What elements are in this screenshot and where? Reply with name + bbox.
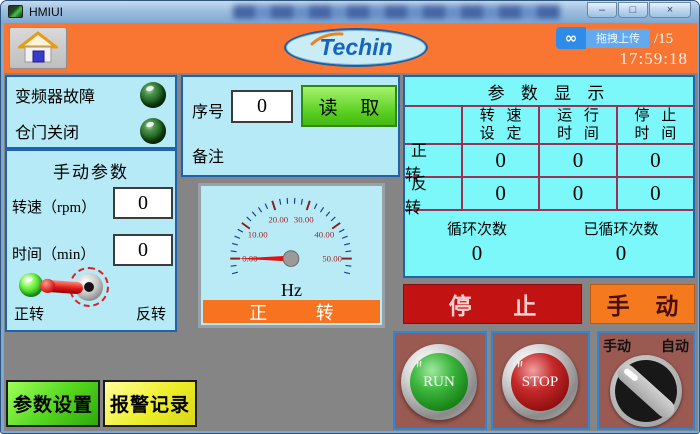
frequency-gauge-panel: 0.0010.0020.0030.0040.0050.00 Hz 正 转	[198, 183, 385, 328]
title-bar: HMIUI – □ ×	[1, 1, 699, 23]
cycle-count-label: 循环次数	[447, 218, 507, 239]
upload-badge-label: 拖拽上传	[586, 29, 650, 48]
table-cell: 0	[538, 145, 615, 178]
svg-text:40.00: 40.00	[314, 229, 334, 239]
time-label: 时间（min）	[12, 243, 95, 264]
selector-manual-label: 手动	[603, 336, 631, 356]
table-cell: 0	[616, 145, 693, 178]
svg-text:20.00: 20.00	[268, 214, 288, 224]
status-row-inverter: 变频器故障	[7, 77, 175, 113]
manual-params-title: 手动参数	[7, 158, 175, 183]
stop-banner[interactable]: 停 止	[403, 284, 582, 324]
run-button-shine: 〃	[412, 355, 424, 365]
hmiui-window: HMIUI – □ × Techin	[0, 0, 700, 434]
cycled-count-label: 已循环次数	[583, 218, 658, 239]
col-header-line: 时 间	[553, 125, 603, 143]
serial-label: 序号	[192, 98, 224, 122]
col-header-stoptime: 停 止 时 间	[616, 107, 693, 145]
manual-params-panel: 手动参数 转速（rpm） 时间（min） 正转 反转	[5, 149, 177, 332]
logo-swoosh-icon	[310, 32, 344, 46]
app-icon	[8, 5, 23, 18]
cycle-count-value: 0	[472, 241, 483, 266]
run-button[interactable]: RUN 〃	[401, 344, 477, 420]
window-content: Techin ∞ 拖拽上传 /15 17:59:18 变频器故障 仓门关闭	[4, 23, 698, 431]
mode-selector-panel: 手动 自动	[597, 331, 695, 430]
direction-toggle-switch[interactable]	[51, 263, 117, 315]
alarm-record-button[interactable]: 报警记录	[103, 380, 197, 427]
col-header-speed: 转 速 设 定	[461, 107, 538, 145]
home-button[interactable]	[9, 27, 67, 69]
param-display-panel: 参 数 显 示 转 速 设 定 运 行 时 间 停 止 时 间 正 转 0 0	[403, 75, 695, 278]
col-header-line: 停 止	[630, 107, 680, 125]
cycled-count-value: 0	[616, 241, 627, 266]
time-input[interactable]	[113, 234, 173, 266]
close-button[interactable]: ×	[649, 2, 691, 18]
col-header-line: 转 速	[476, 107, 526, 125]
table-cell: 0	[461, 145, 538, 178]
clock: 17:59:18	[620, 49, 688, 69]
toggle-lever	[43, 280, 84, 295]
inverter-fault-label: 变频器故障	[15, 83, 95, 107]
stop-button-shine: 〃	[513, 355, 525, 365]
toggle-hole	[84, 282, 94, 292]
page-header: Techin ∞ 拖拽上传 /15 17:59:18	[4, 23, 698, 73]
read-button[interactable]: 读 取	[301, 85, 397, 127]
cycle-counters: 循环次数 0 已循环次数 0	[405, 211, 693, 273]
upload-badge[interactable]: ∞ 拖拽上传	[556, 27, 650, 49]
col-header-line: 设 定	[476, 125, 526, 143]
window-controls: – □ ×	[587, 2, 691, 18]
maximize-button[interactable]: □	[618, 2, 648, 18]
param-settings-button[interactable]: 参数设置	[6, 380, 100, 427]
col-header-runtime: 运 行 时 间	[538, 107, 615, 145]
frequency-gauge: 0.0010.0020.0030.0040.0050.00	[201, 188, 382, 288]
speed-input[interactable]	[113, 187, 173, 219]
row-label-reverse: 反 转	[405, 178, 461, 211]
param-display-title: 参 数 显 示	[405, 77, 693, 105]
cloud-icon: ∞	[556, 27, 586, 49]
forward-label: 正转	[14, 303, 44, 324]
svg-text:30.00: 30.00	[294, 214, 314, 224]
stop-button[interactable]: STOP 〃	[502, 344, 578, 420]
param-table: 转 速 设 定 运 行 时 间 停 止 时 间 正 转 0 0 0 反 转 0 …	[405, 105, 693, 211]
cycle-count: 循环次数 0	[405, 211, 549, 273]
titlebar-redacted-text	[233, 5, 561, 19]
direction-banner: 正 转	[203, 300, 380, 323]
record-panel: 序号 读 取 备注	[181, 75, 400, 177]
table-cell: 0	[616, 178, 693, 211]
table-cell: 0	[461, 178, 538, 211]
reverse-label: 反转	[136, 303, 166, 324]
run-button-panel: RUN 〃	[393, 331, 487, 430]
svg-text:50.00: 50.00	[322, 254, 342, 264]
door-closed-label: 仓门关闭	[15, 119, 79, 143]
col-header-line: 时 间	[630, 125, 680, 143]
col-header-line: 运 行	[553, 107, 603, 125]
remark-label: 备注	[192, 143, 224, 167]
inverter-fault-lamp	[140, 82, 166, 108]
speed-label: 转速（rpm）	[12, 196, 96, 217]
stop-button-panel: STOP 〃	[491, 331, 590, 430]
door-closed-lamp	[140, 118, 166, 144]
page-indicator: /15	[654, 31, 673, 48]
techin-logo: Techin	[284, 28, 428, 67]
table-cell: 0	[538, 178, 615, 211]
serial-input[interactable]	[231, 90, 293, 123]
status-row-door: 仓门关闭	[7, 113, 175, 149]
home-icon	[18, 31, 58, 65]
minimize-button[interactable]: –	[587, 2, 617, 18]
manual-mode-banner[interactable]: 手 动	[590, 284, 695, 324]
selector-auto-label: 自动	[661, 336, 689, 356]
cycled-count: 已循环次数 0	[549, 211, 693, 273]
svg-text:10.00: 10.00	[248, 229, 268, 239]
mode-selector-knob[interactable]	[610, 355, 682, 427]
status-panel: 变频器故障 仓门关闭	[5, 75, 177, 149]
window-title: HMIUI	[29, 5, 63, 19]
